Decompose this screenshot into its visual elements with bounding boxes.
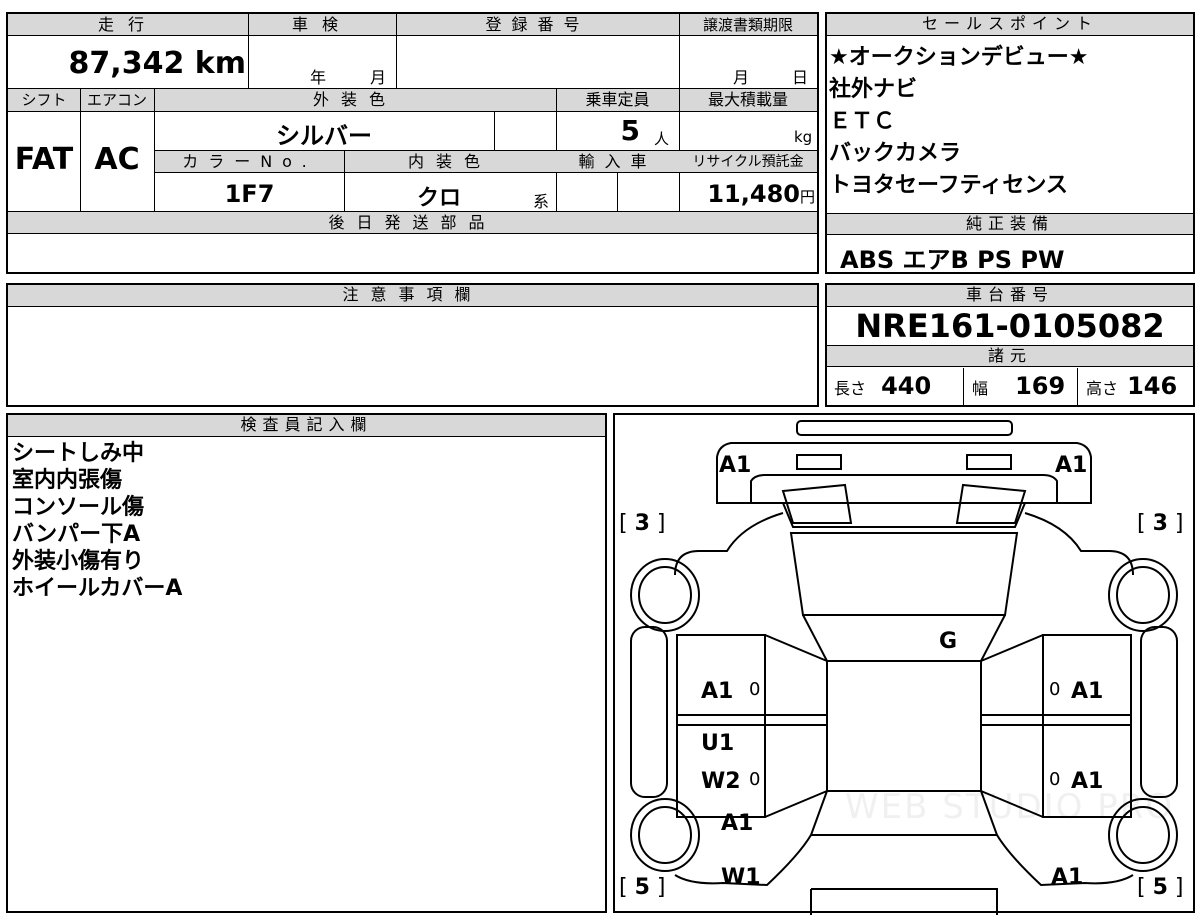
sales-point-item: バックカメラ [829, 141, 962, 166]
mark-rear-left-2: W1 [721, 865, 761, 890]
height-value: 146 [1127, 372, 1178, 400]
interior-color-header: 内装色 [407, 152, 492, 171]
sales-point-item: ＥＴＣ [829, 109, 896, 134]
width-spec: 幅 169 [972, 372, 1072, 400]
shift-header: シフト [21, 91, 67, 109]
exterior-color-value: シルバー [276, 122, 372, 150]
sales-points-list: ★オークションデビュー★ 社外ナビ ＥＴＣ バックカメラ トヨタセーフティセンス [829, 42, 1191, 202]
recycle-unit: 円 [799, 188, 815, 206]
inspector-line: ホイールカバーA [12, 576, 183, 601]
mileage-value: 87,342 km [8, 44, 246, 84]
import-header: 輸入車 [578, 152, 657, 171]
car-outline [630, 420, 1178, 915]
inspector-line: シートしみ中 [12, 441, 145, 466]
sales-points-header: セールスポイント [827, 14, 1193, 36]
max-load-header: 最大積載量 [707, 90, 788, 109]
mark-rear-right: A1 [1051, 865, 1084, 890]
recycle-value: 11,480円 [679, 180, 815, 208]
capacity-header: 乗車定員 [585, 90, 650, 109]
mark-front-left: A1 [719, 453, 752, 478]
mark-door-front-left: A1 [701, 679, 734, 704]
mark-door-front-right: A1 [1071, 679, 1104, 704]
genuine-equipment-value: ABS エアB PS PW [840, 246, 1065, 274]
mileage-number: 87,342 [68, 46, 185, 81]
mark-tire-front-left: [ 3 ] [619, 511, 666, 536]
transfer-day: 日 [792, 68, 809, 87]
height-label: 高さ [1086, 379, 1119, 398]
recycle-number: 11,480 [707, 180, 800, 208]
mark-front-right: A1 [1055, 453, 1088, 478]
capacity-value: 5 [620, 114, 640, 147]
chassis-number: NRE161-0105082 [855, 307, 1165, 345]
mark-windshield: G [939, 629, 958, 654]
inspector-notes: シートしみ中 室内内張傷 コンソール傷 バンパー下A 外装小傷有り ホイールカバ… [12, 440, 602, 602]
mark-door-rear-left-1: U1 [701, 731, 735, 756]
transfer-month: 月 [733, 68, 750, 87]
shift-value: FAT [14, 142, 74, 177]
genuine-equipment-header: 純正装備 [827, 213, 1193, 235]
height-spec: 高さ 146 [1086, 372, 1194, 400]
car-diagram-box: A1 A1 [ 3 ] [ 3 ] G A1 0 A1 0 U1 W2 0 A1… [613, 413, 1195, 915]
interior-color-value: クロ [416, 186, 461, 211]
width-value: 169 [1015, 372, 1066, 400]
tire-rr-value: 5 [1152, 875, 1168, 900]
inspector-header: 検査員記入欄 [8, 415, 605, 437]
mark-zero: 0 [1049, 679, 1061, 700]
transfer-deadline-header: 譲渡書類期限 [702, 16, 793, 34]
length-value: 440 [881, 372, 932, 400]
mark-door-rear-left-2: W2 [701, 769, 741, 794]
specs-header: 諸元 [827, 345, 1193, 367]
mark-tire-rear-left: [ 5 ] [619, 875, 666, 900]
notes-header: 注意事項欄 [8, 285, 817, 307]
length-spec: 長さ 440 [834, 372, 959, 400]
max-load-unit: kg [794, 128, 813, 146]
mark-zero: 0 [749, 679, 761, 700]
inspector-line: 外装小傷有り [12, 549, 145, 574]
inspector-line: コンソール傷 [12, 495, 145, 520]
inspection-month: 月 [370, 68, 387, 87]
interior-suffix: 系 [533, 192, 550, 211]
inspection-header: 車検 [291, 15, 352, 34]
inspection-year: 年 [310, 68, 327, 87]
mileage-unit: km [194, 46, 246, 81]
inspector-line: 室内内張傷 [12, 468, 123, 493]
mark-rear-left-1: A1 [721, 811, 754, 836]
sales-point-item: ★オークションデビュー★ [829, 45, 1089, 70]
color-no-header: カラーNo. [182, 152, 317, 171]
recycle-header: リサイクル預託金 [692, 154, 804, 170]
aircon-header: エアコン [86, 91, 147, 109]
inspector-line: バンパー下A [12, 522, 141, 547]
mark-zero: 0 [749, 769, 761, 790]
mark-tire-rear-right: [ 5 ] [1137, 875, 1184, 900]
tire-fr-value: 3 [1152, 511, 1168, 536]
mark-tire-front-right: [ 3 ] [1137, 511, 1184, 536]
color-no-value: 1F7 [224, 180, 275, 208]
tire-fl-value: 3 [634, 511, 650, 536]
width-label: 幅 [972, 379, 989, 398]
tire-rl-value: 5 [634, 875, 650, 900]
length-label: 長さ [834, 379, 867, 398]
aircon-value: AC [94, 142, 140, 177]
sales-point-item: 社外ナビ [829, 77, 918, 102]
mileage-header: 走行 [97, 15, 158, 34]
exterior-color-header: 外装色 [312, 90, 397, 109]
capacity-unit: 人 [654, 130, 670, 148]
sales-point-item: トヨタセーフティセンス [829, 173, 1068, 198]
chassis-header: 車台番号 [827, 285, 1193, 307]
later-parts-header: 後日発送部品 [328, 213, 497, 232]
watermark: WEB STUDIO PRO [845, 787, 1175, 827]
registration-header: 登録番号 [485, 15, 590, 34]
